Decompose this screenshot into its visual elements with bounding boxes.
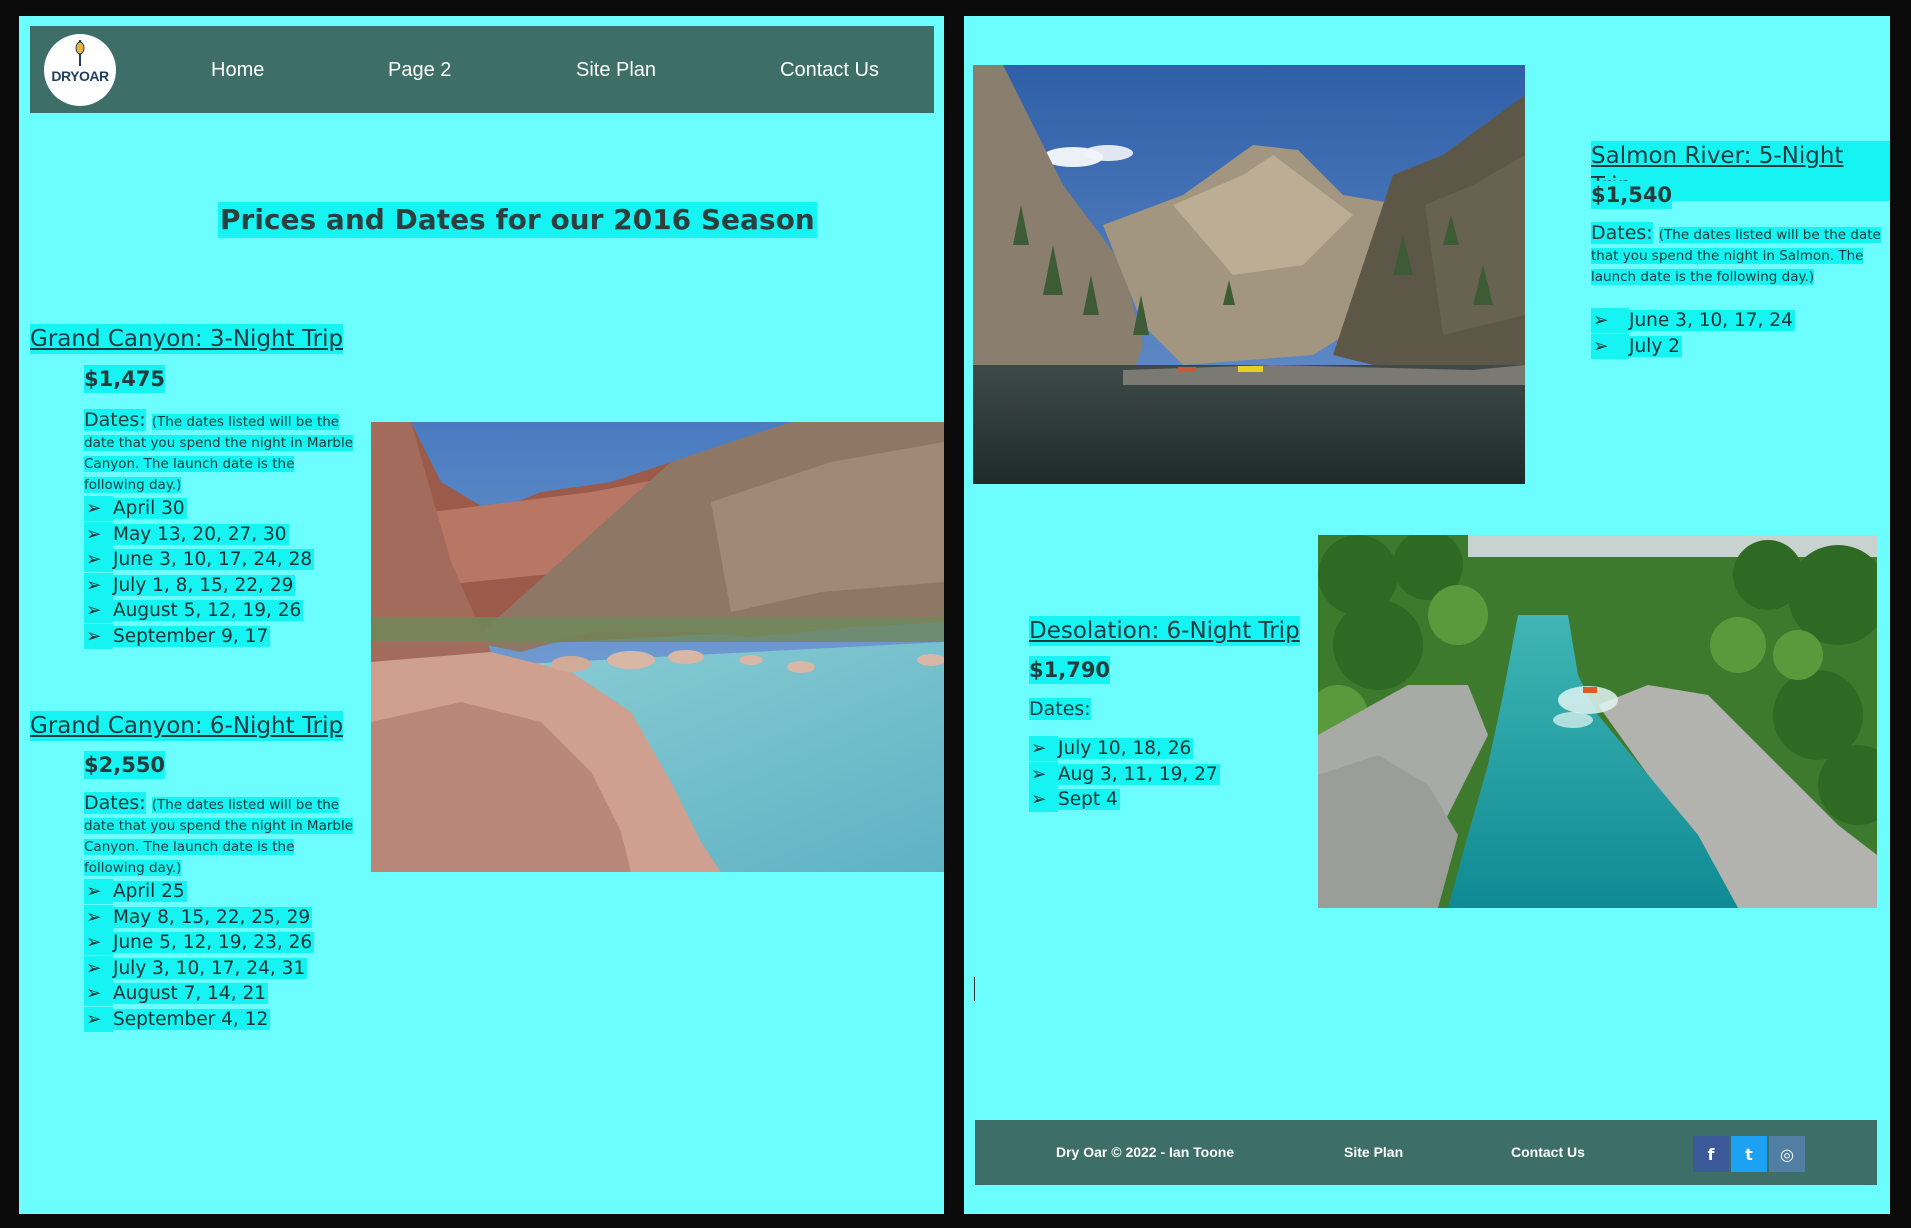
arrow-bullet-icon: ➢ [84,598,113,624]
trip-dates-info: Dates: [1029,698,1091,720]
arrow-bullet-icon: ➢ [84,981,113,1007]
list-item: ➢ May 8, 15, 22, 25, 29 [84,904,313,930]
oar-icon [75,40,85,66]
page-title: Prices and Dates for our 2016 Season [218,202,817,238]
trip-price: $2,550 [84,751,166,779]
right-page: Salmon River: 5-Night Trip $1,540 Dates:… [964,16,1890,1214]
list-item: ➢ September 9, 17 [84,623,271,649]
instagram-icon[interactable]: ◎ [1769,1136,1805,1172]
facebook-icon[interactable]: f [1693,1136,1729,1172]
arrow-bullet-icon: ➢ [84,904,113,930]
list-item: ➢ July 3, 10, 17, 24, 31 [84,955,308,981]
dates-list: ➢ April 30 ➢ May 13, 20, 27, 30 ➢ June 3, 1… [84,496,315,650]
arrow-bullet-icon: ➢ [1029,736,1058,761]
grand-canyon-photo [371,422,944,872]
dates-label: Dates: [84,409,146,431]
dates-list: ➢ April 25 ➢ May 8, 15, 22, 25, 29 ➢ June 5… [84,879,315,1033]
nav-home-link[interactable]: Home [211,59,264,82]
arrow-bullet-icon: ➢ [84,496,113,521]
nav-page2-link[interactable]: Page 2 [388,59,451,82]
trip-title-grand-canyon-3[interactable]: Grand Canyon: 3-Night Trip [30,324,344,354]
arrow-bullet-icon: ➢ [84,623,113,649]
footer-contact-link[interactable]: Contact Us [1511,1144,1585,1160]
top-nav: DRYOAR Home Page 2 Site Plan Contact Us [30,26,934,113]
dates-list: ➢ June 3, 10, 17, 24 ➢ July 2 [1591,308,1795,359]
trip-price: $1,475 [84,365,166,393]
footer-copyright: Dry Oar © 2022 - Ian Toone [1056,1144,1235,1160]
list-item: ➢ September 4, 12 [84,1006,271,1032]
dry-oar-logo[interactable]: DRYOAR [44,34,116,106]
footer-site-plan-link[interactable]: Site Plan [1344,1144,1403,1160]
arrow-bullet-icon: ➢ [84,1006,113,1032]
arrow-bullet-icon: ➢ [1591,308,1629,333]
list-item: ➢ August 5, 12, 19, 26 [84,598,304,624]
trip-title-grand-canyon-6[interactable]: Grand Canyon: 6-Night Trip [30,711,344,741]
arrow-bullet-icon: ➢ [84,521,113,547]
list-item: ➢ July 1, 8, 15, 22, 29 [84,572,296,598]
logo-text: DRYOAR [51,68,109,84]
arrow-bullet-icon: ➢ [84,547,113,573]
list-item: ➢ July 2 [1591,333,1682,359]
arrow-bullet-icon: ➢ [84,930,113,956]
arrow-bullet-icon: ➢ [1029,787,1058,813]
list-item: ➢ August 7, 14, 21 [84,981,268,1007]
arrow-bullet-icon: ➢ [84,879,113,904]
list-item: ➢ May 13, 20, 27, 30 [84,521,289,547]
dates-list: ➢ July 10, 18, 26 ➢ Aug 3, 11, 19, 27 ➢ Sep… [1029,736,1220,813]
arrow-bullet-icon: ➢ [84,572,113,598]
trip-dates-info: Dates: (The dates listed will be the dat… [1591,222,1886,287]
arrow-bullet-icon: ➢ [84,955,113,981]
arrow-bullet-icon: ➢ [1029,761,1058,787]
text-cursor [974,977,975,1001]
dates-label: Dates: [84,792,146,814]
twitter-icon[interactable]: t [1731,1136,1767,1172]
dates-label: Dates: [1029,698,1091,720]
trip-price: $1,790 [1029,656,1111,684]
list-item: ➢ Aug 3, 11, 19, 27 [1029,761,1220,787]
nav-contact-link[interactable]: Contact Us [780,59,879,82]
list-item: ➢ June 3, 10, 17, 24 [1591,308,1795,333]
salmon-river-photo [973,65,1525,484]
nav-site-plan-link[interactable]: Site Plan [576,59,656,82]
list-item: ➢ Sept 4 [1029,787,1120,813]
footer: Dry Oar © 2022 - Ian Toone Site Plan Con… [975,1120,1877,1185]
trip-dates-info: Dates: (The dates listed will be the dat… [84,409,356,495]
list-item: ➢ April 25 [84,879,187,904]
list-item: ➢ April 30 [84,496,187,521]
desolation-river-photo [1318,535,1877,908]
trip-title-desolation[interactable]: Desolation: 6-Night Trip [1029,616,1300,646]
trip-price: $1,540 [1591,181,1673,209]
list-item: ➢ June 3, 10, 17, 24, 28 [84,547,315,573]
trip-dates-info: Dates: (The dates listed will be the dat… [84,792,356,878]
left-page: DRYOAR Home Page 2 Site Plan Contact Us … [19,16,944,1214]
dates-label: Dates: [1591,222,1653,244]
list-item: ➢ June 5, 12, 19, 23, 26 [84,930,315,956]
arrow-bullet-icon: ➢ [1591,333,1629,359]
list-item: ➢ July 10, 18, 26 [1029,736,1194,761]
